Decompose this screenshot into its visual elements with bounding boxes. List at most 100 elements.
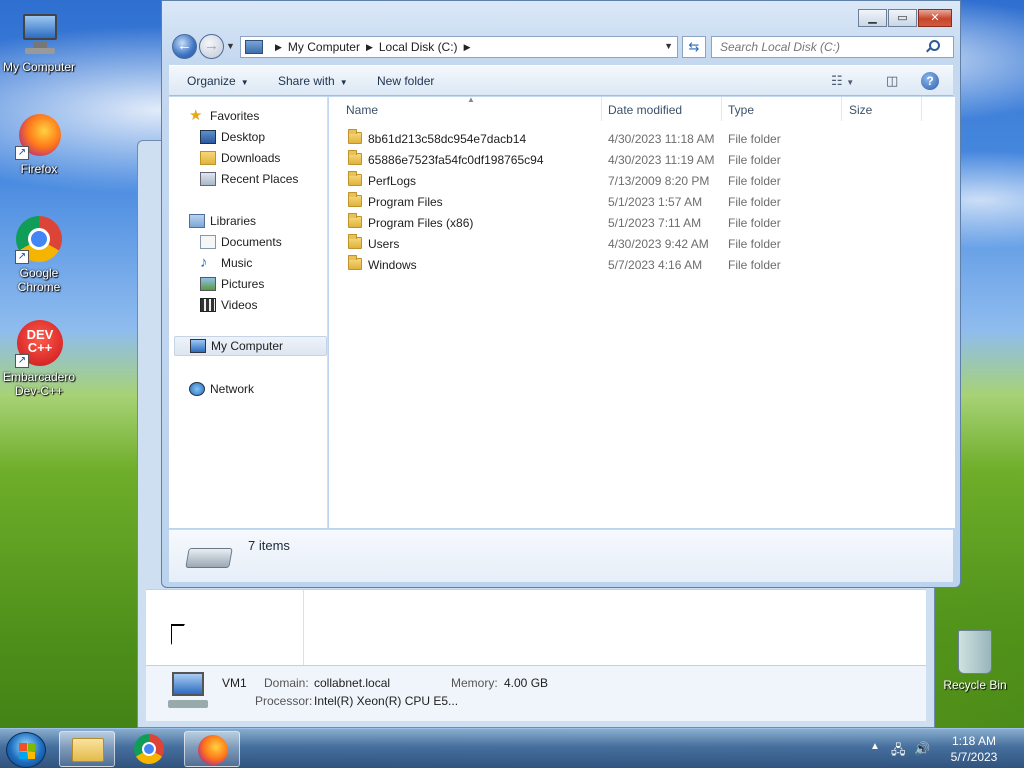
explorer-window[interactable]: ▁ ▭ ✕ ← → ▼ ▶ My Computer ▶ Local Disk (… bbox=[161, 0, 961, 588]
file-list[interactable]: ▲ Name Date modified Type Size 8b61d213c… bbox=[329, 95, 955, 528]
nav-videos[interactable]: Videos bbox=[200, 295, 257, 315]
nav-music[interactable]: ♪ Music bbox=[200, 253, 252, 273]
column-divider[interactable] bbox=[721, 97, 722, 121]
nav-favorites[interactable]: ★ Favorites bbox=[189, 106, 259, 126]
file-row[interactable]: Windows 5/7/2023 4:16 AM File folder bbox=[329, 254, 955, 275]
file-name: Program Files (x86) bbox=[368, 216, 474, 230]
back-button[interactable]: ← bbox=[172, 34, 197, 59]
nav-label: Libraries bbox=[210, 214, 257, 228]
organize-button[interactable]: Organize ▼ bbox=[187, 74, 249, 88]
computer-name: VM1 bbox=[222, 676, 247, 690]
search-icon[interactable] bbox=[929, 40, 940, 51]
close-button[interactable]: ✕ bbox=[918, 9, 952, 27]
network-status-icon[interactable]: 🖧 bbox=[891, 741, 906, 763]
column-divider[interactable] bbox=[921, 97, 922, 121]
help-button[interactable]: ? bbox=[921, 72, 939, 90]
volume-icon[interactable]: 🔊 bbox=[914, 741, 930, 757]
column-header-type[interactable]: Type bbox=[728, 103, 754, 117]
recent-pages-dropdown[interactable]: ▼ bbox=[226, 41, 235, 51]
refresh-button[interactable]: ⇆ bbox=[682, 36, 706, 58]
file-row[interactable]: 8b61d213c58dc954e7dacb14 4/30/2023 11:18… bbox=[329, 128, 955, 149]
nav-label: Documents bbox=[221, 235, 282, 249]
share-with-button[interactable]: Share with ▼ bbox=[278, 74, 348, 88]
recycle-bin-icon bbox=[958, 630, 992, 674]
nav-label: Desktop bbox=[221, 130, 266, 144]
file-name: Users bbox=[368, 237, 400, 251]
desktop-icon-recycle-bin[interactable]: Recycle Bin bbox=[942, 630, 1008, 692]
file-row[interactable]: Program Files (x86) 5/1/2023 7:11 AM Fil… bbox=[329, 212, 955, 233]
chevron-right-icon[interactable]: ▶ bbox=[366, 42, 373, 53]
music-icon: ♪ bbox=[200, 254, 208, 271]
navigation-pane: ★ Favorites Desktop Downloads Recent Pla… bbox=[169, 97, 328, 528]
nav-libraries[interactable]: Libraries bbox=[189, 211, 256, 231]
folder-icon bbox=[348, 129, 362, 144]
nav-label: Downloads bbox=[221, 151, 281, 165]
change-view-button[interactable]: ☷ ▼ bbox=[831, 73, 854, 89]
file-row[interactable]: 65886e7523fa54fc0df198765c94 4/30/2023 1… bbox=[329, 149, 955, 170]
nav-desktop[interactable]: Desktop bbox=[200, 127, 265, 147]
nav-label: Music bbox=[221, 256, 253, 270]
taskbar: ▲ 🖧 🔊 1:18 AM 5/7/2023 bbox=[0, 728, 1024, 768]
chrome-icon-center bbox=[142, 742, 156, 756]
hard-drive-icon bbox=[185, 548, 233, 568]
minimize-button[interactable]: ▁ bbox=[858, 9, 887, 27]
chrome-icon: ↗ bbox=[15, 216, 63, 264]
shortcut-arrow-icon: ↗ bbox=[15, 250, 29, 264]
chevron-right-icon[interactable]: ▶ bbox=[275, 42, 282, 53]
taskbar-chrome[interactable] bbox=[122, 731, 178, 767]
file-row[interactable]: PerfLogs 7/13/2009 8:20 PM File folder bbox=[329, 170, 955, 191]
new-folder-button[interactable]: New folder bbox=[377, 74, 434, 88]
column-divider[interactable] bbox=[841, 97, 842, 121]
file-date: 4/30/2023 9:42 AM bbox=[608, 237, 709, 251]
file-date: 5/7/2023 4:16 AM bbox=[608, 258, 703, 272]
nav-network[interactable]: Network bbox=[189, 379, 254, 399]
desktop-icon-my-computer[interactable]: My Computer bbox=[0, 10, 78, 74]
file-type: File folder bbox=[728, 132, 781, 146]
column-header-size[interactable]: Size bbox=[849, 103, 872, 117]
desktop-icon-chrome[interactable]: ↗ Google Chrome bbox=[0, 216, 78, 294]
file-row[interactable]: Program Files 5/1/2023 1:57 AM File fold… bbox=[329, 191, 955, 212]
pictures-icon bbox=[200, 277, 216, 291]
taskbar-explorer[interactable] bbox=[59, 731, 115, 767]
breadcrumb-my-computer[interactable]: My Computer bbox=[288, 40, 360, 54]
domain-value: collabnet.local bbox=[314, 676, 391, 690]
column-header-date-modified[interactable]: Date modified bbox=[608, 103, 682, 117]
folder-icon bbox=[72, 738, 104, 762]
desktop-icon-label: Firefox bbox=[20, 162, 58, 176]
nav-label: My Computer bbox=[211, 339, 284, 353]
column-divider[interactable] bbox=[601, 97, 602, 121]
folder-icon bbox=[348, 150, 362, 165]
nav-label: Favorites bbox=[210, 109, 260, 123]
nav-downloads[interactable]: Downloads bbox=[200, 148, 280, 168]
search-input[interactable] bbox=[711, 36, 954, 58]
file-name: 65886e7523fa54fc0df198765c94 bbox=[368, 153, 544, 167]
column-header-name[interactable]: Name bbox=[346, 103, 378, 117]
nav-my-computer[interactable]: My Computer bbox=[174, 336, 327, 356]
taskbar-firefox[interactable] bbox=[184, 731, 240, 767]
breadcrumb-local-disk[interactable]: Local Disk (C:) bbox=[379, 40, 458, 54]
nav-documents[interactable]: Documents bbox=[200, 232, 282, 252]
forward-button[interactable]: → bbox=[199, 34, 224, 59]
preview-pane-button[interactable]: ◫ bbox=[886, 73, 898, 89]
chevron-right-icon[interactable]: ▶ bbox=[464, 42, 471, 53]
start-button[interactable] bbox=[6, 732, 46, 768]
clock[interactable]: 1:18 AM 5/7/2023 bbox=[944, 733, 1004, 765]
computer-icon bbox=[168, 672, 208, 708]
folder-icon bbox=[348, 192, 362, 207]
file-name: Windows bbox=[368, 258, 417, 272]
nav-pictures[interactable]: Pictures bbox=[200, 274, 264, 294]
address-bar[interactable]: ▶ My Computer ▶ Local Disk (C:) ▶ ▼ bbox=[240, 36, 678, 58]
network-icon bbox=[189, 382, 205, 396]
desktop-icon-devcpp[interactable]: DEV C++ ↗ Embarcadero Dev-C++ bbox=[0, 320, 78, 398]
show-hidden-icons-button[interactable]: ▲ bbox=[870, 741, 880, 752]
desktop-icon-firefox[interactable]: ↗ Firefox bbox=[0, 112, 78, 176]
file-name: 8b61d213c58dc954e7dacb14 bbox=[368, 132, 527, 146]
nav-recent-places[interactable]: Recent Places bbox=[200, 169, 298, 189]
computer-icon bbox=[245, 40, 263, 54]
address-dropdown[interactable]: ▼ bbox=[664, 41, 673, 51]
maximize-button[interactable]: ▭ bbox=[888, 9, 917, 27]
computer-icon bbox=[15, 10, 63, 58]
file-row[interactable]: Users 4/30/2023 9:42 AM File folder bbox=[329, 233, 955, 254]
file-date: 7/13/2009 8:20 PM bbox=[608, 174, 710, 188]
desktop-icon-label: My Computer bbox=[2, 60, 76, 74]
